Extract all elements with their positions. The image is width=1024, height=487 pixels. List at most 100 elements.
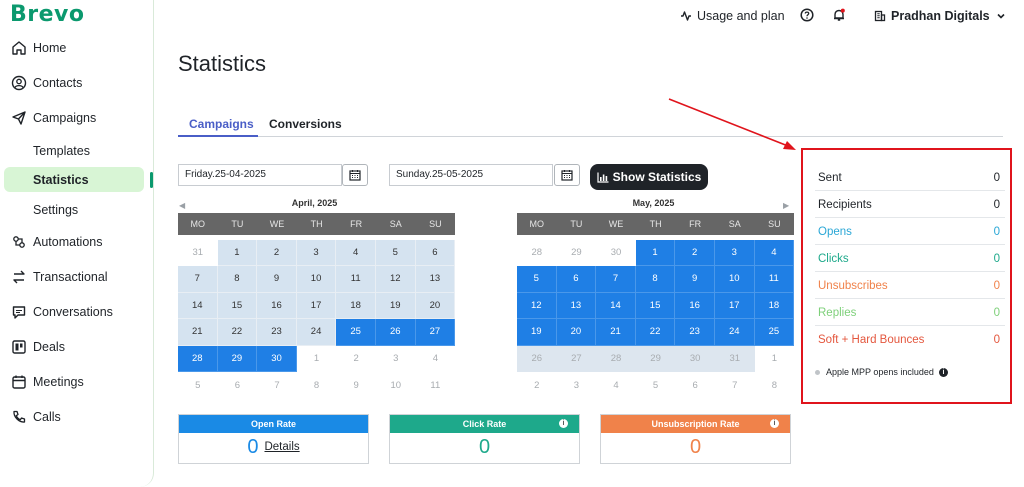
calendar-day[interactable]: 1 bbox=[217, 239, 258, 266]
calendar-day[interactable]: 29 bbox=[217, 345, 258, 372]
calendar-day[interactable]: 17 bbox=[296, 292, 337, 319]
sidebar-item-settings[interactable]: Settings bbox=[4, 197, 144, 222]
calendar-day[interactable]: 9 bbox=[336, 372, 376, 399]
sidebar-item-home[interactable]: Home bbox=[0, 35, 154, 61]
calendar-day[interactable]: 7 bbox=[257, 372, 297, 399]
calendar-day[interactable]: 10 bbox=[714, 266, 755, 293]
calendar-day[interactable]: 9 bbox=[257, 266, 297, 293]
calendar-day[interactable]: 8 bbox=[754, 372, 795, 399]
calendar-day[interactable]: 21 bbox=[178, 319, 218, 346]
calendar-day[interactable]: 3 bbox=[296, 239, 337, 266]
calendar-day[interactable]: 20 bbox=[556, 319, 597, 346]
calendar-day[interactable]: 2 bbox=[675, 239, 715, 266]
details-link[interactable]: Details bbox=[264, 441, 299, 453]
sidebar-item-deals[interactable]: Deals bbox=[0, 334, 154, 360]
calendar-day[interactable]: 15 bbox=[217, 292, 258, 319]
calendar-day[interactable]: 27 bbox=[556, 345, 597, 372]
calendar-day[interactable]: 29 bbox=[556, 239, 597, 266]
calendar-day[interactable]: 13 bbox=[415, 266, 456, 293]
calendar-day[interactable]: 16 bbox=[675, 292, 715, 319]
calendar-day[interactable]: 22 bbox=[217, 319, 258, 346]
calendar-day[interactable]: 25 bbox=[754, 319, 795, 346]
end-date-input[interactable]: Sunday.25-05-2025 bbox=[389, 164, 553, 186]
calendar-day[interactable]: 15 bbox=[635, 292, 676, 319]
calendar-day[interactable]: 6 bbox=[415, 239, 456, 266]
end-date-picker-button[interactable] bbox=[554, 164, 580, 186]
calendar-day[interactable]: 5 bbox=[375, 239, 416, 266]
notifications-button[interactable] bbox=[832, 8, 851, 22]
calendar-day[interactable]: 3 bbox=[714, 239, 755, 266]
calendar-day[interactable]: 1 bbox=[635, 239, 676, 266]
calendar-day[interactable]: 30 bbox=[675, 345, 715, 372]
sidebar-item-campaigns[interactable]: Campaigns bbox=[0, 105, 154, 131]
info-icon[interactable]: i bbox=[770, 419, 779, 428]
calendar-day[interactable]: 23 bbox=[675, 319, 715, 346]
sidebar-item-transactional[interactable]: Transactional bbox=[0, 264, 154, 290]
calendar-day[interactable]: 14 bbox=[178, 292, 218, 319]
calendar-day[interactable]: 24 bbox=[714, 319, 755, 346]
calendar-day[interactable]: 27 bbox=[415, 319, 456, 346]
calendar-day[interactable]: 1 bbox=[296, 345, 337, 372]
tab-conversions[interactable]: Conversions bbox=[269, 117, 342, 131]
calendar-day[interactable]: 1 bbox=[754, 345, 795, 372]
calendar-day[interactable]: 16 bbox=[257, 292, 297, 319]
calendar-day[interactable]: 26 bbox=[375, 319, 416, 346]
tab-campaigns[interactable]: Campaigns bbox=[189, 117, 254, 131]
calendar-day[interactable]: 11 bbox=[415, 372, 456, 399]
calendar-day[interactable]: 10 bbox=[375, 372, 416, 399]
start-date-picker-button[interactable] bbox=[342, 164, 368, 186]
calendar-day[interactable]: 5 bbox=[178, 372, 218, 399]
calendar-day[interactable]: 30 bbox=[596, 239, 636, 266]
sidebar-item-statistics[interactable]: Statistics bbox=[4, 167, 144, 192]
calendar-day[interactable]: 29 bbox=[635, 345, 676, 372]
calendar-day[interactable]: 28 bbox=[517, 239, 557, 266]
start-date-input[interactable]: Friday.25-04-2025 bbox=[178, 164, 342, 186]
calendar-day[interactable]: 11 bbox=[754, 266, 795, 293]
calendar-day[interactable]: 12 bbox=[375, 266, 416, 293]
calendar-day[interactable]: 2 bbox=[336, 345, 376, 372]
calendar-day[interactable]: 8 bbox=[635, 266, 676, 293]
calendar-day[interactable]: 6 bbox=[675, 372, 715, 399]
info-icon[interactable]: i bbox=[938, 367, 948, 377]
calendar-day[interactable]: 24 bbox=[296, 319, 337, 346]
info-icon[interactable]: i bbox=[559, 419, 568, 428]
calendar-day[interactable]: 7 bbox=[178, 266, 218, 293]
calendar-day[interactable]: 8 bbox=[217, 266, 258, 293]
calendar-day[interactable]: 5 bbox=[635, 372, 676, 399]
sidebar-item-calls[interactable]: Calls bbox=[0, 404, 154, 430]
sidebar-item-templates[interactable]: Templates bbox=[4, 138, 144, 163]
calendar-day[interactable]: 8 bbox=[296, 372, 337, 399]
calendar-day[interactable]: 4 bbox=[415, 345, 456, 372]
calendar-day[interactable]: 31 bbox=[714, 345, 755, 372]
calendar-day[interactable]: 3 bbox=[556, 372, 597, 399]
calendar-day[interactable]: 20 bbox=[415, 292, 456, 319]
calendar-day[interactable]: 21 bbox=[596, 319, 636, 346]
calendar-day[interactable]: 13 bbox=[556, 292, 597, 319]
calendar-day[interactable]: 4 bbox=[754, 239, 795, 266]
calendar-day[interactable]: 9 bbox=[675, 266, 715, 293]
calendar-day[interactable]: 22 bbox=[635, 319, 676, 346]
calendar-day[interactable]: 4 bbox=[596, 372, 636, 399]
calendar-day[interactable]: 5 bbox=[517, 266, 557, 293]
sidebar-item-conversations[interactable]: Conversations bbox=[0, 299, 154, 325]
calendar-day[interactable]: 18 bbox=[754, 292, 795, 319]
sidebar-item-automations[interactable]: Automations bbox=[0, 229, 154, 255]
calendar-day[interactable]: 6 bbox=[217, 372, 258, 399]
calendar-day[interactable]: 2 bbox=[257, 239, 297, 266]
calendar-day[interactable]: 28 bbox=[178, 345, 218, 372]
calendar-day[interactable]: 10 bbox=[296, 266, 337, 293]
calendar-day[interactable]: 11 bbox=[336, 266, 376, 293]
calendar-day[interactable]: 14 bbox=[596, 292, 636, 319]
help-button[interactable] bbox=[800, 8, 819, 22]
calendar-day[interactable]: 18 bbox=[336, 292, 376, 319]
calendar-day[interactable]: 7 bbox=[714, 372, 755, 399]
calendar-day[interactable]: 25 bbox=[336, 319, 376, 346]
calendar-day[interactable]: 19 bbox=[375, 292, 416, 319]
calendar-day[interactable]: 26 bbox=[517, 345, 557, 372]
calendar-day[interactable]: 7 bbox=[596, 266, 636, 293]
calendar-day[interactable]: 28 bbox=[596, 345, 636, 372]
account-menu[interactable]: Pradhan Digitals bbox=[874, 9, 1011, 23]
calendar-day[interactable]: 6 bbox=[556, 266, 597, 293]
calendar-day[interactable]: 30 bbox=[257, 345, 297, 372]
calendar-day[interactable]: 19 bbox=[517, 319, 557, 346]
